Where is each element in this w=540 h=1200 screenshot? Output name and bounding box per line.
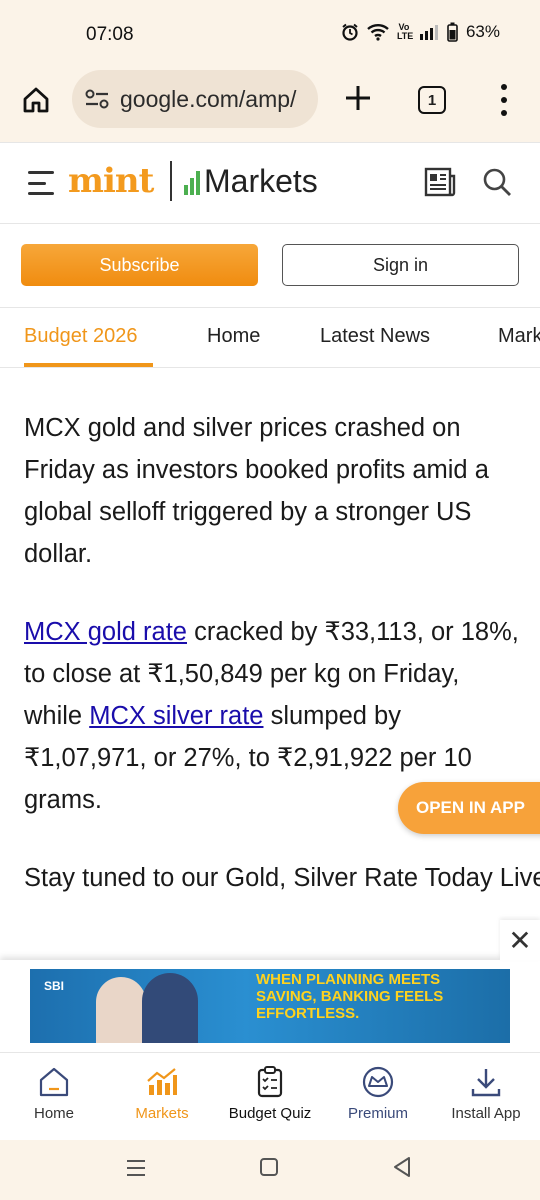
article-body: MCX gold and silver prices crashed on Fr…: [24, 407, 540, 935]
url-text: google.com/amp/: [120, 85, 297, 112]
back-icon[interactable]: [392, 1156, 412, 1178]
battery-percent: 63%: [465, 22, 500, 41]
ad-container: ✕ SBI WHEN PLANNING MEETS SAVING, BANKIN…: [0, 920, 540, 1052]
markets-logo-text: Markets: [204, 163, 318, 199]
signal-icon: [419, 25, 438, 40]
article-paragraph: MCX gold and silver prices crashed on Fr…: [24, 414, 489, 568]
recent-apps-icon[interactable]: [126, 1158, 146, 1178]
status-bar: 07:08 Vo LTE 63%: [0, 0, 540, 70]
menu-dot-icon: [501, 110, 507, 116]
bottom-nav-budget-quiz[interactable]: Budget Quiz: [220, 1065, 320, 1122]
bottom-nav: Home Markets Budget Quiz Premium Install…: [0, 1052, 540, 1140]
article-paragraph: Stay tuned to our Gold, Silver Rate Toda…: [24, 864, 540, 892]
bottom-nav-label: Home: [33, 1105, 74, 1122]
bottom-nav-home[interactable]: Home: [4, 1065, 104, 1122]
plus-icon: [346, 86, 370, 110]
home-icon: [39, 1067, 69, 1097]
logo-divider: [170, 161, 172, 201]
mcx-gold-rate-link[interactable]: MCX gold rate: [24, 618, 187, 646]
status-time: 07:08: [86, 24, 134, 45]
mcx-silver-rate-link[interactable]: MCX silver rate: [89, 702, 263, 730]
ad-headline: WHEN PLANNING MEETS SAVING, BANKING FEEL…: [256, 971, 444, 1022]
browser-menu-button[interactable]: [496, 84, 512, 116]
quiz-clipboard-icon: [257, 1066, 283, 1098]
address-bar[interactable]: google.com/amp/: [72, 70, 318, 128]
menu-dot-icon: [501, 97, 507, 103]
ad-person-image: [142, 973, 198, 1043]
home-icon: [23, 87, 49, 113]
ad-person-image: [96, 977, 146, 1043]
mint-logo[interactable]: mint: [68, 161, 154, 201]
active-tab-indicator: [24, 363, 153, 367]
hamburger-menu-icon[interactable]: [28, 171, 56, 195]
bottom-nav-premium[interactable]: Premium: [328, 1065, 428, 1122]
ad-close-button[interactable]: ✕: [500, 920, 540, 960]
open-in-app-button[interactable]: OPEN IN APP: [398, 782, 540, 834]
alarm-icon: [342, 23, 358, 41]
battery-icon: [447, 22, 458, 42]
ad-banner[interactable]: SBI WHEN PLANNING MEETS SAVING, BANKING …: [30, 969, 510, 1043]
section-nav: Budget 2026 Home Latest News Markets: [0, 308, 540, 368]
tab-switcher-button[interactable]: 1: [418, 86, 446, 114]
bottom-nav-install-app[interactable]: Install App: [436, 1065, 536, 1122]
bottom-nav-label: Premium: [347, 1105, 408, 1122]
epaper-button[interactable]: [424, 167, 456, 202]
site-header: mint Markets: [0, 142, 540, 224]
download-icon: [471, 1069, 501, 1097]
tab-home[interactable]: Home: [207, 325, 260, 348]
browser-toolbar: google.com/amp/ 1: [0, 70, 540, 142]
volte-indicator: Vo LTE: [396, 22, 414, 41]
status-icons: Vo LTE 63%: [341, 22, 500, 42]
tab-budget-2026[interactable]: Budget 2026: [24, 325, 137, 348]
tab-markets[interactable]: Markets: [498, 325, 540, 348]
bottom-nav-label: Markets: [135, 1105, 189, 1122]
ad-brand-logo: SBI: [44, 979, 65, 993]
bottom-nav-label: Install App: [451, 1105, 521, 1122]
wifi-icon: [367, 24, 389, 41]
site-settings-icon: [85, 89, 109, 109]
sign-in-button[interactable]: Sign in: [282, 244, 519, 286]
new-tab-button[interactable]: [342, 82, 374, 114]
markets-chart-icon: [147, 1068, 177, 1095]
auth-row: Subscribe Sign in: [0, 224, 540, 308]
markets-logo[interactable]: Markets: [184, 163, 318, 199]
search-icon: [483, 168, 511, 196]
bottom-nav-markets[interactable]: Markets: [112, 1065, 212, 1122]
markets-bars-icon: [184, 169, 200, 195]
system-home-icon[interactable]: [260, 1158, 278, 1176]
newspaper-icon: [424, 167, 456, 197]
menu-dot-icon: [501, 84, 507, 90]
bottom-nav-label: Budget Quiz: [228, 1105, 312, 1122]
subscribe-button[interactable]: Subscribe: [21, 244, 258, 286]
search-button[interactable]: [482, 167, 512, 202]
system-nav-bar: [0, 1140, 540, 1200]
browser-home-button[interactable]: [18, 82, 54, 118]
tab-latest-news[interactable]: Latest News: [320, 325, 430, 348]
premium-crown-icon: [362, 1066, 394, 1098]
